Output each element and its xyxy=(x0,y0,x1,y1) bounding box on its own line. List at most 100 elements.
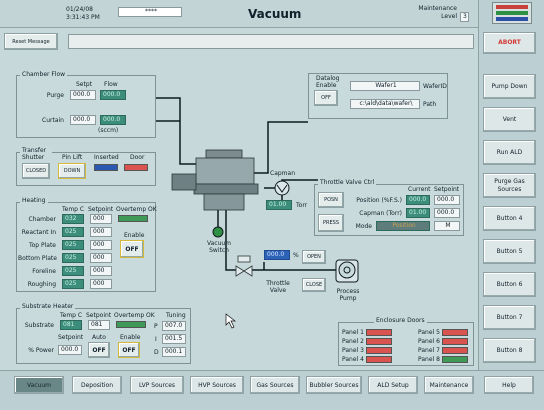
datalog-line xyxy=(254,121,308,174)
heating-row-setpoint[interactable]: 000 xyxy=(90,240,112,250)
tab-help[interactable]: Help xyxy=(484,376,534,394)
tab-hvp-sources[interactable]: HVP Sources xyxy=(190,376,244,394)
tab-hvp-sources-label: HVP Sources xyxy=(198,381,236,389)
inserted-label: Inserted xyxy=(94,154,119,161)
heating-row-temp: 025 xyxy=(62,279,84,289)
pin-lift-down-label: DOWN xyxy=(63,168,81,174)
mode-setpoint[interactable]: M xyxy=(434,221,460,231)
substrate-label: Substrate xyxy=(24,322,54,329)
throttle-current-header: Current xyxy=(408,186,431,193)
substrate-enable-button[interactable]: OFF xyxy=(118,342,140,358)
heating-row-setpoint[interactable]: 000 xyxy=(90,227,112,237)
setpt-header: Setpt xyxy=(76,81,93,88)
purge-label: Purge xyxy=(46,92,64,99)
substrate-heater-title: Substrate Heater xyxy=(20,303,76,310)
heating-row-temp: 025 xyxy=(62,266,84,276)
tab-deposition[interactable]: Deposition xyxy=(72,376,122,394)
purge-flow-readout: 000.0 xyxy=(100,90,126,100)
panel-indicator xyxy=(442,347,468,354)
tuning-p-label: P xyxy=(154,323,158,330)
throttle-setpoint-header: Setpoint xyxy=(434,186,460,193)
heating-row-temp: 025 xyxy=(62,253,84,263)
panel-label: Panel 5 xyxy=(418,329,440,336)
shutter-closed-button[interactable]: CLOSED xyxy=(22,163,50,179)
capman-setpoint[interactable]: 000.0 xyxy=(434,208,460,218)
tuning-i-label: I xyxy=(155,336,157,343)
heating-row-temp: 025 xyxy=(62,227,84,237)
substrate-auto-button[interactable]: OFF xyxy=(88,342,110,358)
heating-enable-label: Enable xyxy=(124,232,145,239)
capman-torr-label: Capman (Torr) xyxy=(359,210,402,217)
datalog-title: Datalog Enable xyxy=(316,75,340,89)
tuning-d-field[interactable]: 000.1 xyxy=(162,347,186,357)
substrate-enable-label: Enable xyxy=(120,334,141,341)
tuning-p-field[interactable]: 007.0 xyxy=(162,321,186,331)
throttle-ctrl-title: Throttle Valve Ctrl xyxy=(318,179,377,186)
heating-row-setpoint[interactable]: 000 xyxy=(90,253,112,263)
substrate-temp-header: Temp C xyxy=(60,312,83,319)
curtain-flow-readout: 000.0 xyxy=(100,115,126,125)
tab-maintenance-label: Maintenance xyxy=(429,381,469,389)
datalog-off-button[interactable]: OFF xyxy=(314,90,338,106)
panel-indicator xyxy=(366,356,392,363)
tab-ald-setup[interactable]: ALD Setup xyxy=(368,376,418,394)
tab-help-label: Help xyxy=(502,381,516,389)
substrate-setpoint[interactable]: 081 xyxy=(88,320,110,330)
heating-row-label: Top Plate xyxy=(28,242,56,249)
substrate-auto-btn-label: OFF xyxy=(92,346,106,354)
tab-lvp-sources-label: LVP Sources xyxy=(138,381,176,389)
pin-lift-label: Pin Lift xyxy=(62,154,83,161)
throttle-pct-readout: 000.0 xyxy=(264,250,290,260)
heating-row-setpoint[interactable]: 000 xyxy=(90,214,112,224)
panel-label: Panel 3 xyxy=(342,347,364,354)
panel-indicator xyxy=(366,338,392,345)
wafer-id-label: WaferID xyxy=(423,83,447,90)
heating-row-setpoint[interactable]: 000 xyxy=(90,266,112,276)
tab-bubbler-sources-label: Bubbler Sources xyxy=(309,381,359,389)
heating-overtemp-indicator xyxy=(118,215,148,222)
mode-label: Mode xyxy=(355,223,372,230)
tab-maintenance[interactable]: Maintenance xyxy=(424,376,474,394)
pin-lift-down-button[interactable]: DOWN xyxy=(58,163,86,179)
tab-gas-sources[interactable]: Gas Sources xyxy=(250,376,300,394)
throttle-open-button[interactable]: OPEN xyxy=(302,250,326,264)
throttle-open-label: OPEN xyxy=(307,254,321,260)
position-setpoint[interactable]: 000.0 xyxy=(434,195,460,205)
heating-setpoint-header: Setpoint xyxy=(88,206,114,213)
flow-header: Flow xyxy=(104,81,118,88)
tab-vacuum[interactable]: Vacuum xyxy=(14,376,64,394)
throttle-close-label: CLOSE xyxy=(305,282,323,288)
purge-setpoint[interactable]: 000.0 xyxy=(70,90,96,100)
tuning-d-label: D xyxy=(154,349,159,356)
door-label: Door xyxy=(130,154,145,161)
throttle-pct-unit: % xyxy=(293,252,299,259)
heating-temp-header: Temp C xyxy=(62,206,85,213)
curtain-setpoint[interactable]: 000.0 xyxy=(70,115,96,125)
panel-label: Panel 1 xyxy=(342,329,364,336)
throttle-close-button[interactable]: CLOSE xyxy=(302,278,326,292)
tab-lvp-sources[interactable]: LVP Sources xyxy=(130,376,184,394)
heating-row-setpoint[interactable]: 000 xyxy=(90,279,112,289)
substrate-setpoint-header: Setpoint xyxy=(86,312,112,319)
power-field[interactable]: 000.0 xyxy=(58,345,82,355)
path-field[interactable]: c:\ald\data\wafer\ xyxy=(350,99,420,109)
curtain-label: Curtain xyxy=(42,117,64,124)
heating-row-temp: 032 xyxy=(62,214,84,224)
position-label: Position (%F.S.) xyxy=(356,197,402,204)
heating-enable-button[interactable]: OFF xyxy=(120,240,144,258)
tuning-header: Tuning xyxy=(166,312,186,319)
panel-indicator xyxy=(366,329,392,336)
power-label: % Power xyxy=(28,347,54,354)
wafer-id-field[interactable]: Wafer1 xyxy=(350,81,420,91)
path-label: Path xyxy=(423,101,437,108)
substrate-auto-label: Auto xyxy=(92,334,106,341)
capman-unit: Torr xyxy=(296,202,308,209)
tuning-i-field[interactable]: 001.5 xyxy=(162,334,186,344)
panel-label: Panel 8 xyxy=(418,356,440,363)
substrate-overtemp-indicator xyxy=(116,321,146,328)
door-indicator xyxy=(124,164,148,171)
tab-bubbler-sources[interactable]: Bubbler Sources xyxy=(306,376,362,394)
mouse-cursor-icon xyxy=(225,313,237,329)
heating-enable-btn-label: OFF xyxy=(125,245,139,253)
panel-indicator xyxy=(366,347,392,354)
